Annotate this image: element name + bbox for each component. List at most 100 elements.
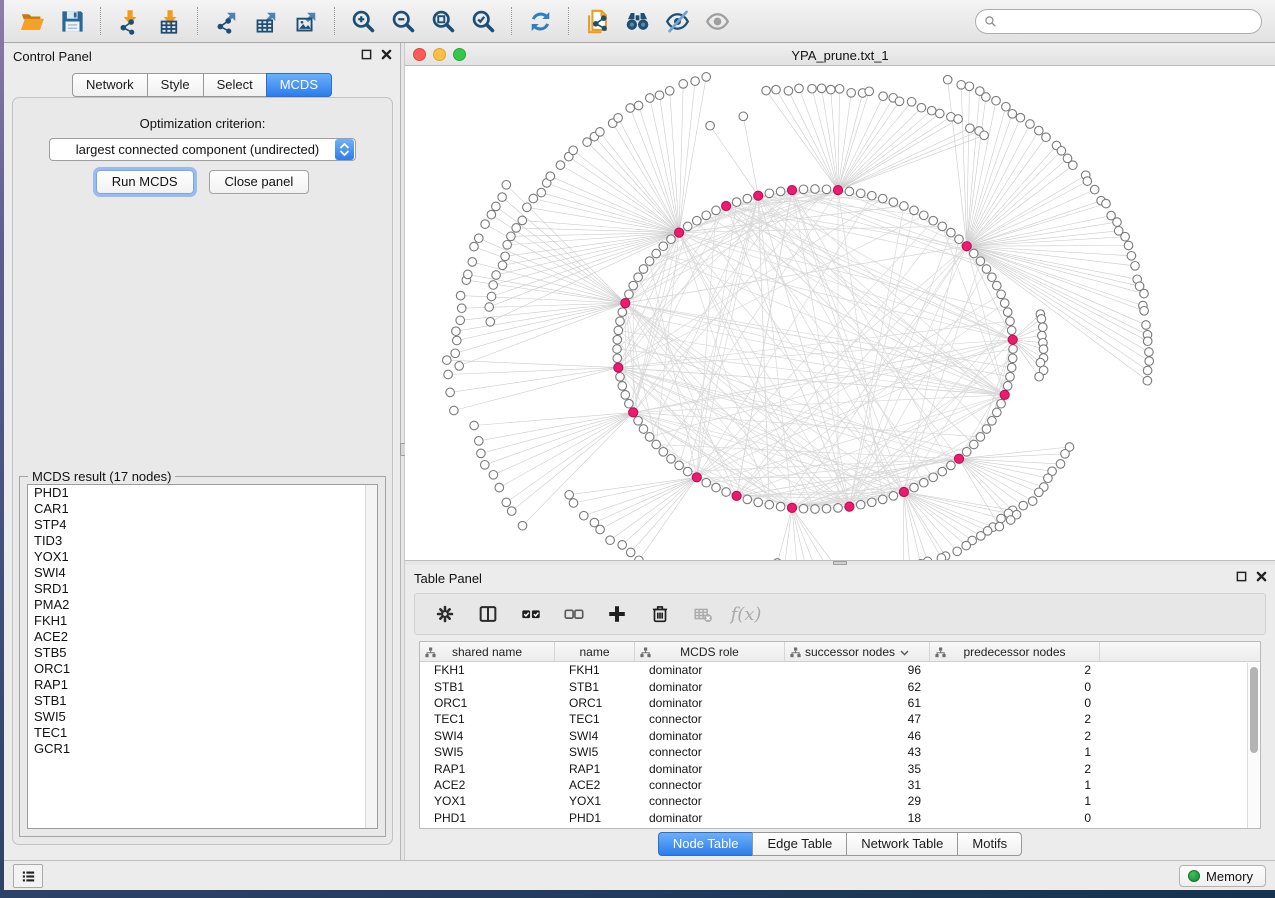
search-network-icon[interactable] xyxy=(617,3,657,39)
table-row[interactable]: SWI4SWI4dominator462 xyxy=(420,728,1260,744)
mcds-result-item[interactable]: PMA2 xyxy=(28,597,377,613)
zoom-in-icon[interactable] xyxy=(343,3,383,39)
deselect-all-icon[interactable] xyxy=(561,601,587,627)
table-cell[interactable]: SWI4 xyxy=(420,729,555,743)
add-column-icon[interactable] xyxy=(604,601,630,627)
split-panel-icon[interactable] xyxy=(475,601,501,627)
table-cell[interactable]: dominator xyxy=(635,762,785,776)
mcds-result-item[interactable]: TID3 xyxy=(28,533,377,549)
table-cell[interactable]: STB1 xyxy=(555,680,635,694)
table-cell[interactable]: 62 xyxy=(785,680,930,694)
table-row[interactable]: PHD1PHD1dominator180 xyxy=(420,810,1260,826)
mcds-result-item[interactable]: CAR1 xyxy=(28,501,377,517)
tab-network-table[interactable]: Network Table xyxy=(846,832,958,856)
table-cell[interactable]: PHD1 xyxy=(555,811,635,825)
table-row[interactable]: YOX1YOX1connector291 xyxy=(420,793,1260,809)
table-cell[interactable]: STB1 xyxy=(420,680,555,694)
mcds-result-item[interactable]: YOX1 xyxy=(28,549,377,565)
delete-column-icon[interactable] xyxy=(647,601,673,627)
float-panel-icon[interactable] xyxy=(361,49,372,60)
table-row[interactable]: TEC1TEC1connector472 xyxy=(420,711,1260,727)
network-graph[interactable] xyxy=(405,66,1275,560)
table-cell[interactable]: FKH1 xyxy=(420,663,555,677)
table-cell[interactable]: 43 xyxy=(785,745,930,759)
mcds-result-item[interactable]: RAP1 xyxy=(28,677,377,693)
table-cell[interactable]: dominator xyxy=(635,663,785,677)
table-scrollbar[interactable] xyxy=(1247,663,1260,828)
open-file-icon[interactable] xyxy=(12,3,52,39)
mcds-result-item[interactable]: PHD1 xyxy=(28,485,377,501)
table-cell[interactable]: 61 xyxy=(785,696,930,710)
tab-network[interactable]: Network xyxy=(72,73,148,97)
zoom-fit-icon[interactable] xyxy=(423,3,463,39)
table-cell[interactable]: 0 xyxy=(930,811,1100,825)
mcds-result-item[interactable]: SWI4 xyxy=(28,565,377,581)
table-row[interactable]: STB1STB1dominator620 xyxy=(420,678,1260,694)
column-header-MCDS-role[interactable]: MCDS role xyxy=(635,642,785,661)
table-cell[interactable]: SWI5 xyxy=(420,745,555,759)
mcds-result-item[interactable]: STB1 xyxy=(28,693,377,709)
search-input[interactable] xyxy=(997,12,1261,32)
select-all-icon[interactable] xyxy=(518,601,544,627)
save-session-icon[interactable] xyxy=(52,3,92,39)
result-list-scrollbar[interactable] xyxy=(365,485,377,828)
zoom-out-icon[interactable] xyxy=(383,3,423,39)
table-cell[interactable]: connector xyxy=(635,712,785,726)
table-cell[interactable]: dominator xyxy=(635,729,785,743)
table-cell[interactable]: RAP1 xyxy=(420,762,555,776)
table-cell[interactable]: 29 xyxy=(785,794,930,808)
tab-node-table[interactable]: Node Table xyxy=(658,832,754,856)
scrollbar-thumb[interactable] xyxy=(1250,667,1258,753)
mcds-result-item[interactable]: SWI5 xyxy=(28,709,377,725)
mcds-result-item[interactable]: ACE2 xyxy=(28,629,377,645)
close-panel-icon[interactable] xyxy=(381,49,392,60)
table-cell[interactable]: 2 xyxy=(930,729,1100,743)
mcds-result-item[interactable]: SRD1 xyxy=(28,581,377,597)
table-settings-icon[interactable] xyxy=(432,601,458,627)
mcds-result-item[interactable]: GCR1 xyxy=(28,741,377,757)
table-cell[interactable]: YOX1 xyxy=(555,794,635,808)
table-row[interactable]: ORC1ORC1dominator610 xyxy=(420,695,1260,711)
network-canvas[interactable] xyxy=(405,66,1275,560)
table-cell[interactable]: ACE2 xyxy=(420,778,555,792)
import-network-icon[interactable] xyxy=(109,3,149,39)
table-cell[interactable]: 46 xyxy=(785,729,930,743)
graph-leaf-nodes[interactable] xyxy=(443,73,1154,560)
memory-button[interactable]: Memory xyxy=(1179,865,1266,887)
mcds-result-item[interactable]: STP4 xyxy=(28,517,377,533)
hide-selected-icon[interactable] xyxy=(657,3,697,39)
table-cell[interactable]: connector xyxy=(635,794,785,808)
close-panel-icon[interactable] xyxy=(1256,571,1267,582)
table-cell[interactable]: connector xyxy=(635,778,785,792)
float-panel-icon[interactable] xyxy=(1236,571,1247,582)
tab-style[interactable]: Style xyxy=(147,73,204,97)
table-cell[interactable]: TEC1 xyxy=(555,712,635,726)
mcds-result-item[interactable]: FKH1 xyxy=(28,613,377,629)
refresh-layout-icon[interactable] xyxy=(520,3,560,39)
mcds-result-item[interactable]: ORC1 xyxy=(28,661,377,677)
table-cell[interactable]: YOX1 xyxy=(420,794,555,808)
close-panel-button[interactable]: Close panel xyxy=(209,170,310,194)
table-cell[interactable]: FKH1 xyxy=(555,663,635,677)
tab-mcds[interactable]: MCDS xyxy=(266,73,332,97)
import-table-icon[interactable] xyxy=(149,3,189,39)
share-document-icon[interactable] xyxy=(577,3,617,39)
table-cell[interactable]: 1 xyxy=(930,778,1100,792)
task-history-button[interactable] xyxy=(13,864,43,888)
criterion-select[interactable]: largest connected component (undirected) xyxy=(49,138,356,161)
table-cell[interactable]: 1 xyxy=(930,794,1100,808)
table-row[interactable]: FKH1FKH1dominator962 xyxy=(420,662,1260,678)
mcds-result-item[interactable]: TEC1 xyxy=(28,725,377,741)
table-row[interactable]: SWI5SWI5connector431 xyxy=(420,744,1260,760)
table-cell[interactable]: SWI5 xyxy=(555,745,635,759)
table-cell[interactable]: 0 xyxy=(930,696,1100,710)
table-cell[interactable]: connector xyxy=(635,745,785,759)
column-header-predecessor-nodes[interactable]: predecessor nodes xyxy=(930,642,1100,661)
column-header-shared-name[interactable]: shared name xyxy=(420,642,555,661)
column-header-name[interactable]: name xyxy=(555,642,635,661)
table-cell[interactable]: ORC1 xyxy=(420,696,555,710)
table-cell[interactable]: ORC1 xyxy=(555,696,635,710)
zoom-selected-icon[interactable] xyxy=(463,3,503,39)
table-cell[interactable]: 35 xyxy=(785,762,930,776)
tab-edge-table[interactable]: Edge Table xyxy=(752,832,847,856)
